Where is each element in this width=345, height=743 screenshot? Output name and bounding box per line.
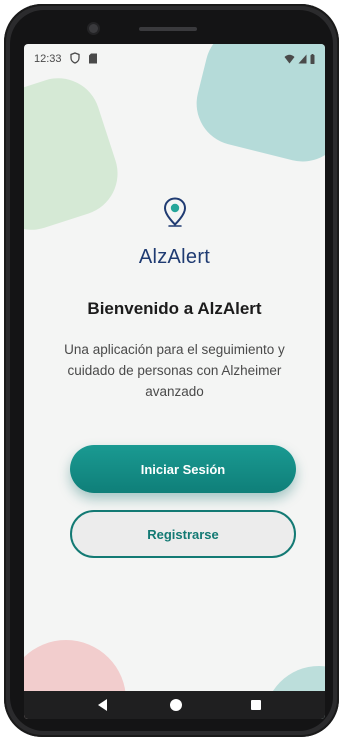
back-icon[interactable] <box>98 699 107 711</box>
welcome-title: Bienvenido a AlzAlert <box>87 299 262 318</box>
phone-frame: 12:33 AlzAlert Bienvenido a AlzAlert Una… <box>4 4 339 737</box>
front-camera <box>89 24 98 33</box>
app-logo-text: AlzAlert <box>138 246 211 268</box>
recents-icon[interactable] <box>251 700 261 710</box>
register-button[interactable]: Registrarse <box>70 510 296 558</box>
home-icon[interactable] <box>170 699 182 711</box>
login-button[interactable]: Iniciar Sesión <box>70 445 296 493</box>
location-pin-icon <box>163 197 187 227</box>
welcome-content: AlzAlert Bienvenido a AlzAlert Una aplic… <box>24 44 325 719</box>
earpiece-speaker <box>139 27 197 31</box>
system-navigation-bar <box>24 691 325 719</box>
app-screen: 12:33 AlzAlert Bienvenido a AlzAlert Una… <box>24 44 325 719</box>
welcome-description: Una aplicación para el seguimiento y cui… <box>64 342 285 399</box>
